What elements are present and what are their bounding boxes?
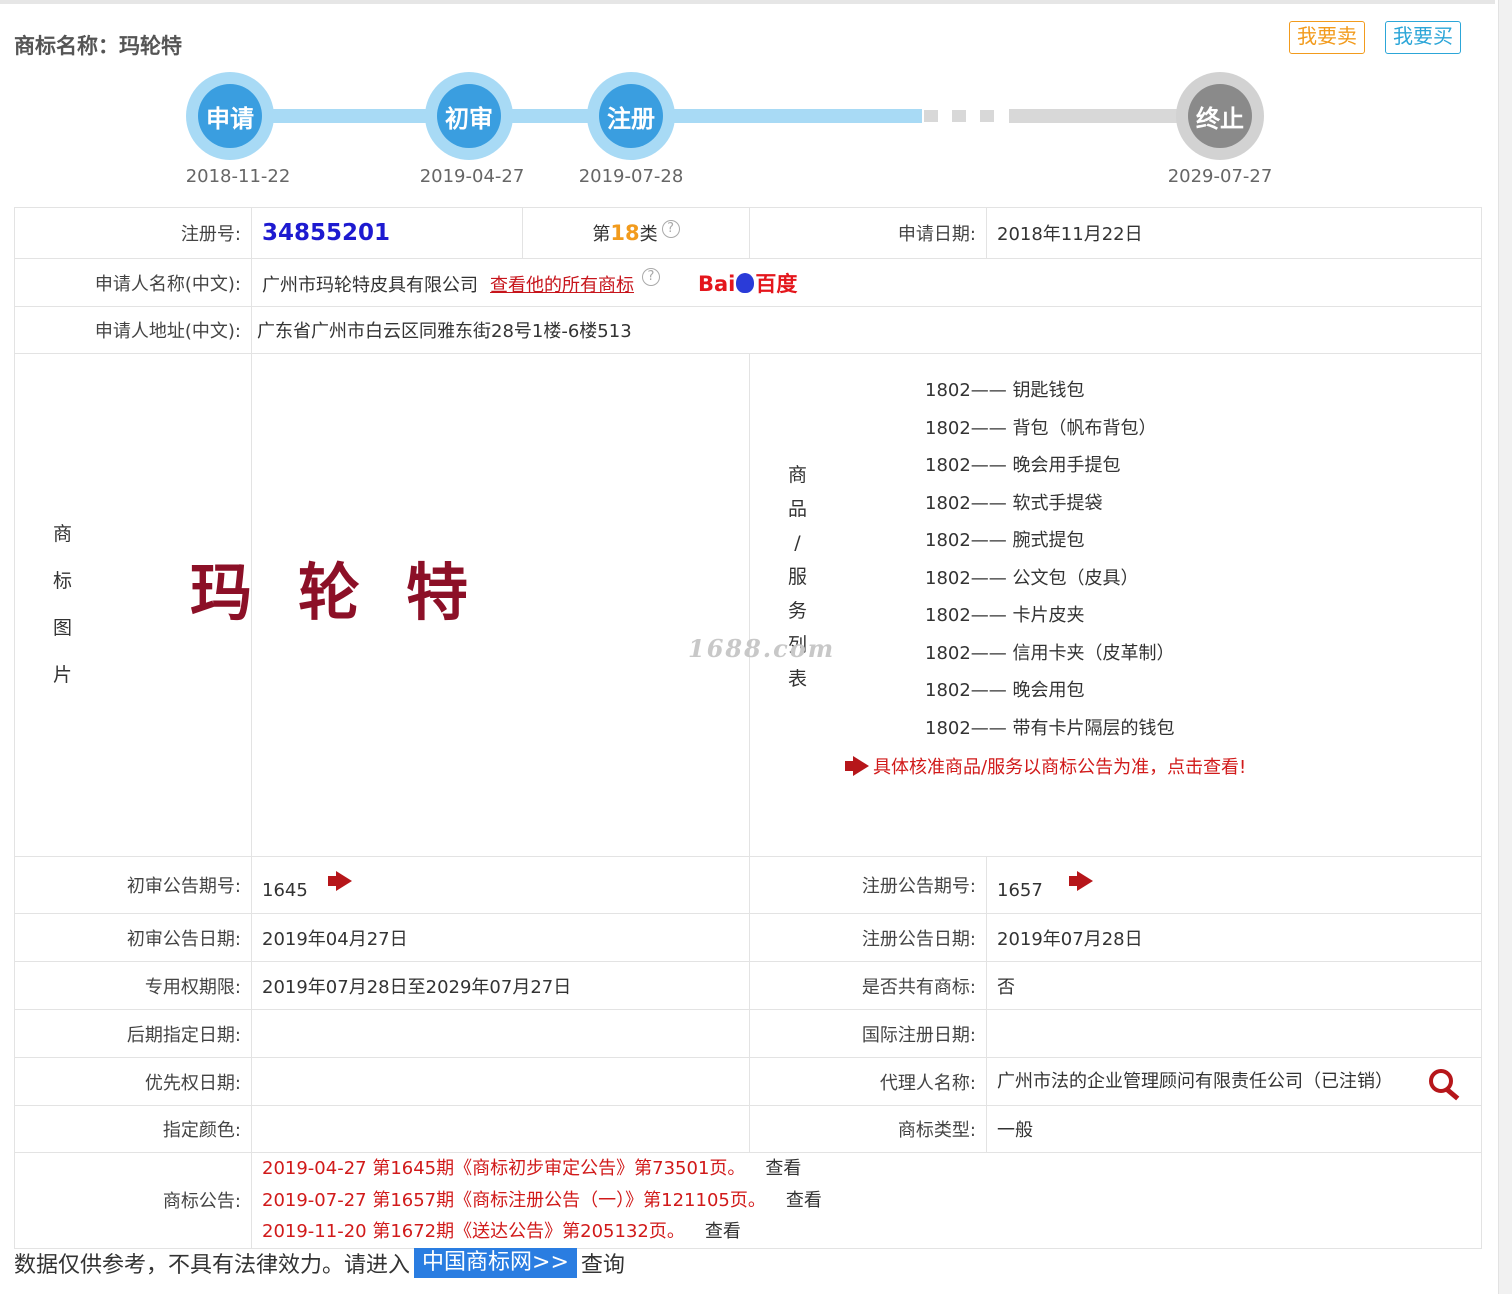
reg-pub-no-value: 1657	[997, 879, 1043, 901]
list-item: 1802—— 公文包（皮具）	[925, 567, 1139, 589]
class-cell: 第18类?	[522, 207, 750, 259]
type-value: 一般	[986, 1105, 1482, 1153]
watermark: 1688.com	[688, 634, 836, 663]
cn-trademark-link[interactable]: 中国商标网>>	[414, 1248, 577, 1278]
color-value	[251, 1105, 750, 1153]
progress-dash	[952, 110, 966, 122]
later-label: 后期指定日期:	[14, 1009, 252, 1058]
footer-suffix: 查询	[580, 1253, 625, 1278]
sell-button[interactable]: 我要卖	[1289, 21, 1365, 54]
view-all-trademarks-link[interactable]: 查看他的所有商标	[490, 275, 634, 296]
list-item: 1802—— 信用卡夹（皮革制）	[925, 642, 1175, 664]
intl-label: 国际注册日期:	[749, 1009, 987, 1058]
list-item: 1802—— 软式手提袋	[925, 492, 1103, 514]
notices-list: 2019-04-27 第1645期《商标初步审定公告》第73501页。 查看 20…	[251, 1152, 1482, 1249]
reg-pub-date-value: 2019年07月28日	[986, 913, 1482, 962]
exclusive-label: 专用权期限:	[14, 961, 252, 1010]
progress-track-done	[228, 109, 922, 123]
agent-label: 代理人名称:	[749, 1057, 987, 1106]
shared-label: 是否共有商标:	[749, 961, 987, 1010]
goods-cell: 商 品 / 服 务 列 表 1802—— 钥匙钱包 1802—— 背包（帆布背包…	[749, 353, 1482, 857]
footer-prefix: 数据仅供参考，不具有法律效力。请进入	[14, 1253, 411, 1278]
later-value	[251, 1009, 750, 1058]
footer-disclaimer: 数据仅供参考，不具有法律效力。请进入 中国商标网>> 查询	[14, 1248, 625, 1278]
vertical-scrollbar[interactable]	[1498, 0, 1512, 1294]
step-label: 初审	[437, 84, 501, 148]
step-label: 终止	[1188, 84, 1252, 148]
progress-dash	[980, 110, 994, 122]
class-suffix: 类	[639, 224, 658, 245]
baidu-text-right: 百度	[755, 271, 798, 296]
list-item: 2019-07-27 第1657期《商标注册公告（一）》第121105页。 查看	[262, 1189, 822, 1211]
type-label: 商标类型:	[749, 1105, 987, 1153]
address-value: 广东省广州市白云区同雅东街28号1楼-6楼513	[251, 306, 1482, 354]
step-label: 注册	[599, 84, 663, 148]
list-item: 2019-04-27 第1645期《商标初步审定公告》第73501页。 查看	[262, 1158, 802, 1179]
top-border	[0, 0, 1495, 4]
megaphone-icon	[843, 755, 873, 777]
step-label: 申请	[198, 84, 262, 148]
goods-notice-link[interactable]: 具体核准商品/服务以商标公告为准，点击查看!	[843, 753, 1246, 779]
applicant-value: 广州市玛轮特皮具有限公司	[262, 274, 478, 296]
reg-pub-date-label: 注册公告日期:	[749, 913, 987, 962]
priority-label: 优先权日期:	[14, 1057, 252, 1106]
list-item: 1802—— 晚会用包	[925, 680, 1085, 701]
color-label: 指定颜色:	[14, 1105, 252, 1153]
megaphone-icon[interactable]	[1067, 870, 1097, 892]
priority-value	[251, 1057, 750, 1106]
step-prelim: 初审	[425, 72, 513, 160]
exclusive-value: 2019年07月28日至2029年07月27日	[251, 961, 750, 1010]
class-number: 18	[610, 221, 640, 245]
step-date: 2019-04-27	[419, 166, 525, 187]
baidu-logo[interactable]: Bai 百度	[698, 268, 797, 298]
baidu-text-left: Bai	[698, 271, 736, 296]
step-register: 注册	[587, 72, 675, 160]
list-item: 1802—— 卡片皮夹	[925, 605, 1085, 626]
list-item: 1802—— 腕式提包	[925, 530, 1085, 551]
trademark-image-cell: 玛轮特	[190, 353, 750, 857]
page-title: 商标名称：玛轮特	[14, 34, 182, 58]
goods-notice-text: 具体核准商品/服务以商标公告为准，点击查看!	[873, 757, 1247, 778]
reg-no-label: 注册号:	[14, 207, 252, 259]
list-item: 1802—— 晚会用手提包	[925, 455, 1121, 476]
shared-value: 否	[986, 961, 1482, 1010]
address-label: 申请人地址(中文):	[14, 306, 252, 354]
goods-label: 商 品 / 服 务 列 表	[787, 464, 807, 690]
buy-button[interactable]: 我要买	[1385, 21, 1461, 54]
prelim-no-label: 初审公告期号:	[14, 856, 252, 914]
goods-list: 1802—— 钥匙钱包 1802—— 背包（帆布背包） 1802—— 晚会用手提…	[925, 372, 1246, 747]
step-date: 2018-11-22	[185, 166, 291, 187]
progress-dash	[924, 110, 938, 122]
reg-pub-no-label: 注册公告期号:	[749, 856, 987, 914]
help-icon[interactable]: ?	[661, 220, 680, 238]
list-item: 1802—— 带有卡片隔层的钱包	[925, 717, 1175, 739]
apply-date-label: 申请日期:	[749, 207, 987, 259]
list-item: 1802—— 背包（帆布背包）	[925, 417, 1157, 439]
intl-value	[986, 1009, 1482, 1058]
trademark-info-table: 注册号: 34855201 第18类? 申请日期: 2018年11月22日 申请…	[14, 207, 1482, 1249]
agent-value: 广州市法的企业管理顾问有限责任公司（已注销）	[997, 1070, 1393, 1092]
notices-label: 商标公告:	[14, 1152, 252, 1249]
step-date: 2029-07-27	[1167, 166, 1273, 187]
prelim-date-label: 初审公告日期:	[14, 913, 252, 962]
trademark-logo-image: 玛轮特	[190, 556, 515, 629]
prelim-date-value: 2019年04月27日	[251, 913, 750, 962]
list-item: 2019-11-20 第1672期《送达公告》第205132页。 查看	[262, 1221, 741, 1242]
search-icon[interactable]	[1427, 1067, 1461, 1097]
baidu-paw-icon	[736, 272, 755, 293]
prelim-no-value: 1645	[262, 879, 308, 901]
reg-no-value: 34855201	[262, 220, 391, 246]
view-notice-link[interactable]: 查看	[786, 1190, 822, 1211]
step-date: 2019-07-28	[578, 166, 684, 187]
apply-date-value: 2018年11月22日	[986, 207, 1482, 259]
step-terminate: 终止	[1176, 72, 1264, 160]
megaphone-icon[interactable]	[326, 870, 356, 892]
view-notice-link[interactable]: 查看	[765, 1158, 801, 1179]
view-notice-link[interactable]: 查看	[705, 1221, 741, 1242]
help-icon[interactable]: ?	[642, 267, 660, 286]
list-item: 1802—— 钥匙钱包	[925, 380, 1085, 401]
applicant-label: 申请人名称(中文):	[14, 258, 252, 307]
step-apply: 申请	[186, 72, 274, 160]
class-prefix: 第	[592, 224, 611, 245]
